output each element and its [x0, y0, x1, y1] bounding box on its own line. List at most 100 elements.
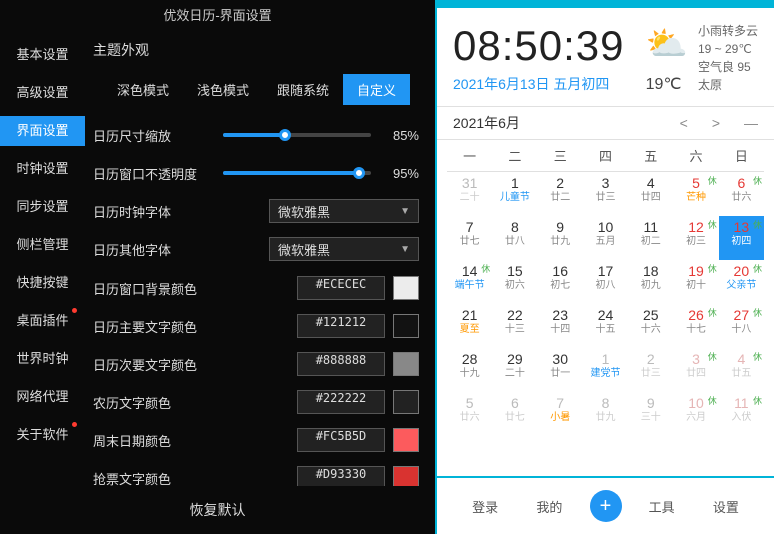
- settings-content: 主题外观 深色模式浅色模式跟随系统自定义 日历尺寸缩放 85% 日历窗口不透明度: [85, 32, 435, 486]
- calendar-day[interactable]: 15初六: [492, 260, 537, 304]
- sidebar-item[interactable]: 网络代理: [0, 382, 85, 412]
- weekday-header: 一二三四五六日: [447, 140, 764, 172]
- calendar-day[interactable]: 3廿三: [583, 172, 628, 216]
- slider-thumb[interactable]: [353, 167, 365, 179]
- weather-desc: 小雨转多云: [698, 22, 758, 40]
- color-hex-input[interactable]: #D93330: [297, 466, 385, 486]
- reset-defaults-button[interactable]: 恢复默认: [0, 486, 435, 534]
- color-hex-input[interactable]: #ECECEC: [297, 276, 385, 300]
- calendar-day[interactable]: 23十四: [538, 304, 583, 348]
- sidebar-item[interactable]: 关于软件: [0, 420, 85, 450]
- bottom-bar: 登录 我的 + 工具 设置: [437, 476, 774, 534]
- theme-tab[interactable]: 自定义: [343, 74, 410, 105]
- login-button[interactable]: 登录: [453, 497, 517, 516]
- theme-tab[interactable]: 跟随系统: [263, 74, 343, 105]
- calendar-day[interactable]: 31二十: [447, 172, 492, 216]
- calendar-day[interactable]: 30廿一: [538, 348, 583, 392]
- color-hex-input[interactable]: #888888: [297, 352, 385, 376]
- mine-button[interactable]: 我的: [517, 497, 581, 516]
- prev-month-button[interactable]: <: [680, 115, 688, 131]
- color-label: 日历窗口背景颜色: [93, 279, 223, 298]
- weather-widget[interactable]: ⛅ 19℃ 小雨转多云 19 ~ 29℃ 空气良 95 太原: [646, 22, 758, 94]
- calendar-day[interactable]: 22十三: [492, 304, 537, 348]
- color-label: 日历主要文字颜色: [93, 317, 223, 336]
- sidebar-item[interactable]: 同步设置: [0, 192, 85, 222]
- settings-panel: 优效日历-界面设置 基本设置高级设置界面设置时钟设置同步设置侧栏管理快捷按键桌面…: [0, 0, 437, 534]
- calendar-day[interactable]: 8廿八: [492, 216, 537, 260]
- calendar-day[interactable]: 休12初三: [673, 216, 718, 260]
- calendar-day[interactable]: 休13初四: [719, 216, 764, 260]
- calendar-day[interactable]: 24十五: [583, 304, 628, 348]
- color-swatch[interactable]: [393, 276, 419, 300]
- sidebar-item[interactable]: 桌面插件: [0, 306, 85, 336]
- calendar-day[interactable]: 休11入伏: [719, 392, 764, 436]
- clock-font-select[interactable]: 微软雅黑 ▼: [269, 199, 419, 223]
- color-hex-input[interactable]: #121212: [297, 314, 385, 338]
- sidebar-item[interactable]: 世界时钟: [0, 344, 85, 374]
- calendar-day[interactable]: 16初七: [538, 260, 583, 304]
- weather-city: 太原: [698, 76, 758, 94]
- add-button[interactable]: +: [590, 490, 622, 522]
- calendar-panel: 08:50:39 2021年6月13日 五月初四 ⛅ 19℃ 小雨转多云 19 …: [437, 0, 774, 534]
- calendar-day[interactable]: 休19初十: [673, 260, 718, 304]
- month-label[interactable]: 2021年6月: [453, 113, 520, 133]
- sidebar-item[interactable]: 侧栏管理: [0, 230, 85, 260]
- sidebar-item[interactable]: 快捷按键: [0, 268, 85, 298]
- other-font-select[interactable]: 微软雅黑 ▼: [269, 237, 419, 261]
- calendar-day[interactable]: 9廿九: [538, 216, 583, 260]
- current-temp: 19℃: [646, 74, 688, 94]
- calendar-day[interactable]: 休20父亲节: [719, 260, 764, 304]
- calendar-day[interactable]: 2廿三: [628, 348, 673, 392]
- collapse-button[interactable]: —: [744, 115, 758, 131]
- sidebar-item[interactable]: 高级设置: [0, 78, 85, 108]
- calendar-day[interactable]: 4廿四: [628, 172, 673, 216]
- color-swatch[interactable]: [393, 390, 419, 414]
- calendar-day[interactable]: 11初二: [628, 216, 673, 260]
- sidebar-item[interactable]: 时钟设置: [0, 154, 85, 184]
- settings-button[interactable]: 设置: [694, 497, 758, 516]
- opacity-slider[interactable]: [223, 171, 371, 175]
- theme-tab[interactable]: 浅色模式: [183, 74, 263, 105]
- calendar-day[interactable]: 2廿二: [538, 172, 583, 216]
- calendar-day[interactable]: 10五月: [583, 216, 628, 260]
- sidebar-item[interactable]: 基本设置: [0, 40, 85, 70]
- scale-label: 日历尺寸缩放: [93, 126, 223, 145]
- calendar-day[interactable]: 休10六月: [673, 392, 718, 436]
- scale-slider[interactable]: [223, 133, 371, 137]
- theme-tab[interactable]: 深色模式: [103, 74, 183, 105]
- color-hex-input[interactable]: #222222: [297, 390, 385, 414]
- color-swatch[interactable]: [393, 314, 419, 338]
- color-swatch[interactable]: [393, 466, 419, 486]
- calendar-day[interactable]: 休26十七: [673, 304, 718, 348]
- calendar-day[interactable]: 1建党节: [583, 348, 628, 392]
- calendar-day[interactable]: 29二十: [492, 348, 537, 392]
- sidebar-item[interactable]: 界面设置: [0, 116, 85, 146]
- calendar-day[interactable]: 28十九: [447, 348, 492, 392]
- calendar-day[interactable]: 休3廿四: [673, 348, 718, 392]
- color-label: 日历次要文字颜色: [93, 355, 223, 374]
- calendar-day[interactable]: 6廿七: [492, 392, 537, 436]
- calendar-day[interactable]: 7廿七: [447, 216, 492, 260]
- calendar-day[interactable]: 18初九: [628, 260, 673, 304]
- calendar-day[interactable]: 5廿六: [447, 392, 492, 436]
- calendar-day[interactable]: 17初八: [583, 260, 628, 304]
- color-swatch[interactable]: [393, 428, 419, 452]
- calendar-day[interactable]: 1儿童节: [492, 172, 537, 216]
- calendar-day[interactable]: 9三十: [628, 392, 673, 436]
- next-month-button[interactable]: >: [712, 115, 720, 131]
- calendar-day[interactable]: 休5芒种: [673, 172, 718, 216]
- tools-button[interactable]: 工具: [630, 497, 694, 516]
- calendar-day[interactable]: 休6廿六: [719, 172, 764, 216]
- clock-font-label: 日历时钟字体: [93, 202, 223, 221]
- calendar-day[interactable]: 休14端午节: [447, 260, 492, 304]
- color-swatch[interactable]: [393, 352, 419, 376]
- color-hex-input[interactable]: #FC5B5D: [297, 428, 385, 452]
- calendar-day[interactable]: 7小暑: [538, 392, 583, 436]
- slider-thumb[interactable]: [279, 129, 291, 141]
- calendar-day[interactable]: 休4廿五: [719, 348, 764, 392]
- color-label: 抢票文字颜色: [93, 469, 223, 487]
- calendar-day[interactable]: 8廿九: [583, 392, 628, 436]
- calendar-day[interactable]: 25十六: [628, 304, 673, 348]
- calendar-day[interactable]: 21夏至: [447, 304, 492, 348]
- calendar-day[interactable]: 休27十八: [719, 304, 764, 348]
